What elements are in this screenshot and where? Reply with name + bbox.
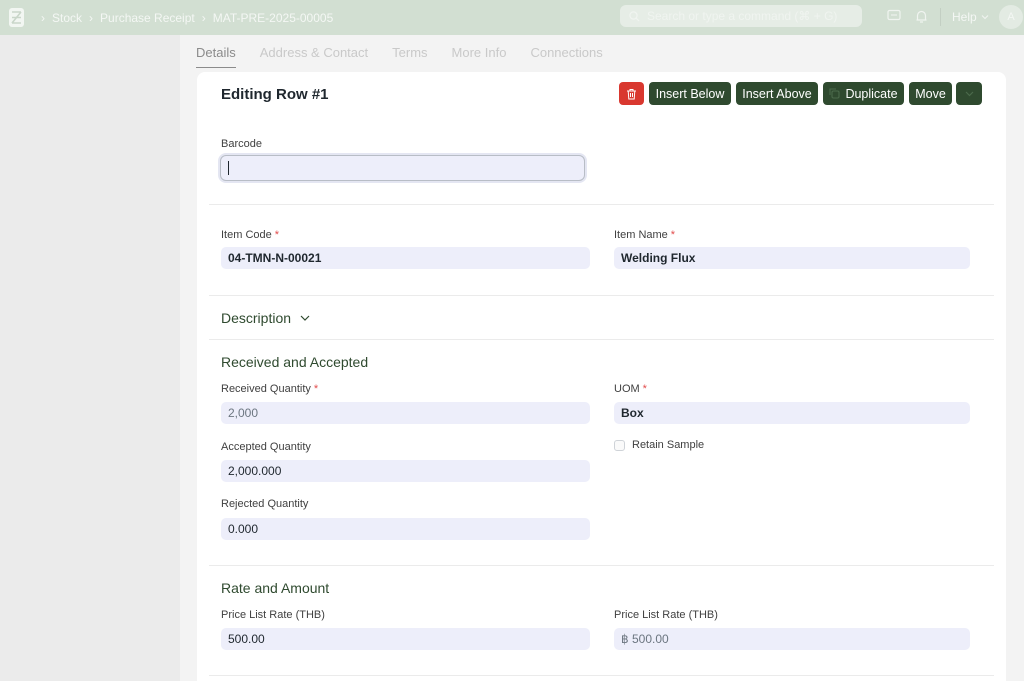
breadcrumb-purchase-receipt[interactable]: Purchase Receipt <box>100 11 195 25</box>
uom-label-text: UOM <box>614 383 640 395</box>
tab-terms[interactable]: Terms <box>392 35 427 69</box>
trash-icon <box>627 88 636 99</box>
item-code-label-text: Item Code <box>221 229 272 241</box>
price-list-rate-company-field: ฿ 500.00 <box>614 628 970 650</box>
chat-icon[interactable] <box>887 9 901 23</box>
insert-above-button[interactable]: Insert Above <box>736 82 818 105</box>
breadcrumb-separator-icon: › <box>89 10 94 25</box>
section-divider <box>209 565 994 566</box>
breadcrumb-document-id[interactable]: MAT-PRE-2025-00005 <box>213 11 334 25</box>
received-accepted-heading: Received and Accepted <box>221 354 369 370</box>
section-divider <box>209 675 994 676</box>
help-dropdown[interactable]: Help <box>952 10 989 24</box>
required-indicator: * <box>642 383 647 395</box>
search-input[interactable]: Search or type a command (⌘ + G) <box>620 5 862 27</box>
form-tabs: Details Address & Contact Terms More Inf… <box>196 35 627 69</box>
barcode-label: Barcode <box>221 138 262 150</box>
chevron-down-icon <box>300 315 310 321</box>
uom-label: UOM * <box>614 383 647 395</box>
barcode-input[interactable] <box>220 155 585 181</box>
rate-amount-heading: Rate and Amount <box>221 580 330 596</box>
breadcrumb-stock[interactable]: Stock <box>52 11 82 25</box>
collapse-row-button[interactable] <box>956 82 982 105</box>
accepted-qty-label: Accepted Quantity <box>221 441 311 453</box>
grid-row-editor: Editing Row #1 Insert Below Insert Above… <box>197 72 1006 681</box>
description-heading: Description <box>221 310 292 326</box>
tab-details[interactable]: Details <box>196 35 236 69</box>
breadcrumb: › Stock › Purchase Receipt › MAT-PRE-202… <box>34 0 333 35</box>
required-indicator: * <box>274 229 280 241</box>
price-list-rate-field[interactable]: 500.00 <box>221 628 590 650</box>
tab-address-contact[interactable]: Address & Contact <box>260 35 368 69</box>
required-indicator: * <box>313 383 319 395</box>
search-placeholder: Search or type a command (⌘ + G) <box>647 9 838 23</box>
move-button[interactable]: Move <box>909 82 952 105</box>
navbar: › Stock › Purchase Receipt › MAT-PRE-202… <box>0 0 1024 35</box>
uom-field[interactable]: Box <box>614 402 970 424</box>
app-logo-icon[interactable] <box>9 8 24 27</box>
item-code-field[interactable]: 04-TMN-N-00021 <box>221 247 590 269</box>
chevron-down-icon <box>965 91 973 96</box>
tab-connections[interactable]: Connections <box>530 35 602 69</box>
item-code-label: Item Code * <box>221 229 279 241</box>
duplicate-button[interactable]: Duplicate <box>823 82 904 105</box>
section-divider <box>209 339 994 340</box>
delete-row-button[interactable] <box>619 82 644 105</box>
duplicate-label: Duplicate <box>845 86 898 101</box>
description-section-toggle[interactable]: Description <box>221 310 310 326</box>
sidebar <box>0 35 180 681</box>
received-qty-field[interactable]: 2,000 <box>221 402 590 424</box>
text-cursor <box>228 161 229 175</box>
search-icon <box>629 10 640 21</box>
price-list-rate-label: Price List Rate (THB) <box>221 609 325 621</box>
retain-sample-checkbox[interactable]: Retain Sample <box>614 439 704 451</box>
tab-more-info[interactable]: More Info <box>452 35 507 69</box>
rejected-qty-label: Rejected Quantity <box>221 498 309 510</box>
item-name-label: Item Name * <box>614 229 675 241</box>
price-list-rate-company-label: Price List Rate (THB) <box>614 609 718 621</box>
section-divider <box>209 204 994 205</box>
insert-below-button[interactable]: Insert Below <box>649 82 731 105</box>
section-divider <box>209 295 994 296</box>
breadcrumb-separator-icon: › <box>201 10 206 25</box>
received-qty-label: Received Quantity * <box>221 383 318 395</box>
help-label: Help <box>952 10 977 24</box>
notification-bell-icon[interactable] <box>915 9 928 24</box>
copy-icon <box>829 88 840 99</box>
rejected-qty-field[interactable]: 0.000 <box>221 518 590 540</box>
retain-sample-label: Retain Sample <box>632 439 705 451</box>
breadcrumb-separator-icon: › <box>41 10 45 25</box>
received-qty-label-text: Received Quantity <box>221 383 311 395</box>
navbar-divider <box>940 8 941 26</box>
chevron-down-icon <box>981 15 989 20</box>
checkbox-box[interactable] <box>614 439 625 451</box>
accepted-qty-field[interactable]: 2,000.000 <box>221 460 590 482</box>
item-name-label-text: Item Name <box>614 229 668 241</box>
avatar[interactable]: A <box>999 5 1023 29</box>
row-editor-title: Editing Row #1 <box>221 86 329 103</box>
item-name-field[interactable]: Welding Flux <box>614 247 970 269</box>
required-indicator: * <box>670 229 676 241</box>
